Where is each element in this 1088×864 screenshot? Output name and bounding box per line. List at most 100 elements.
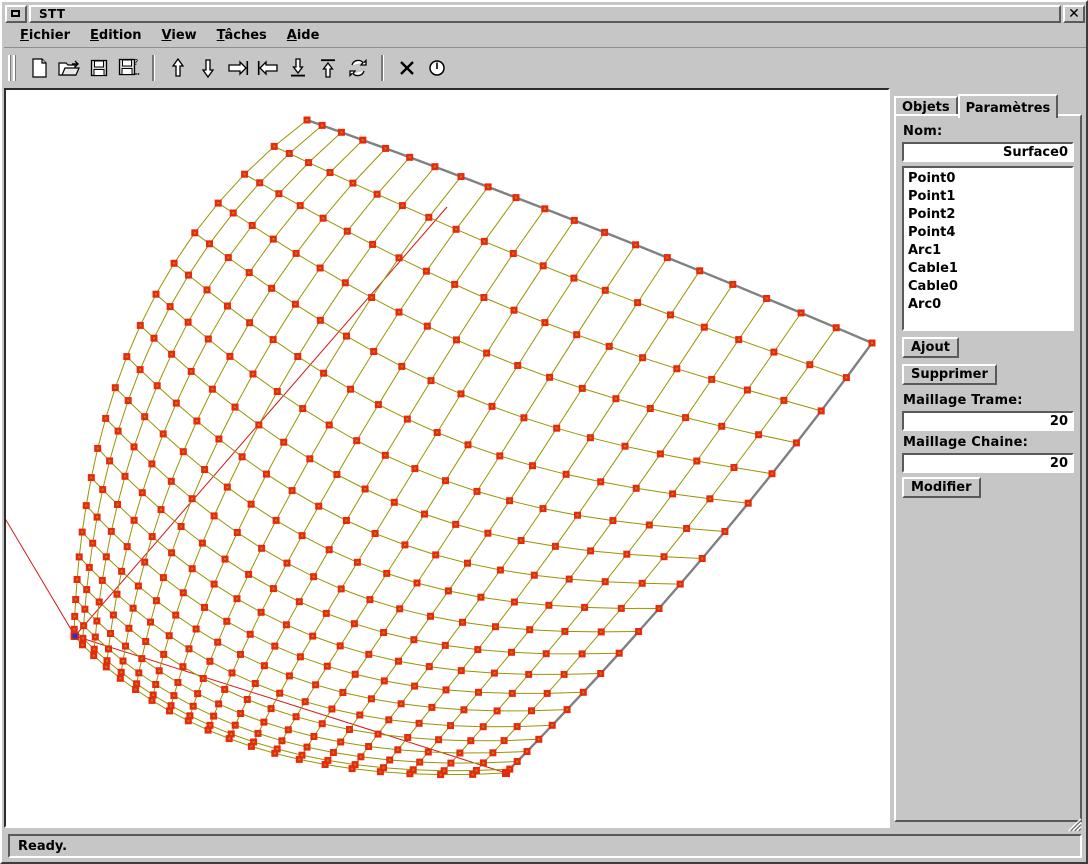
- mesh-node-center: [109, 632, 112, 635]
- mesh-node-center: [299, 655, 302, 658]
- list-item[interactable]: Point0: [906, 170, 1072, 188]
- mesh-node-center: [554, 545, 557, 548]
- menu-item-view[interactable]: View: [152, 26, 207, 45]
- mesh-node-center: [382, 631, 385, 634]
- mesh-node-center: [272, 587, 275, 590]
- mesh-weft-line: [324, 257, 668, 765]
- save-button[interactable]: [84, 54, 114, 82]
- mesh-node-center: [208, 660, 211, 663]
- mesh-node-center: [371, 243, 374, 246]
- mesh-node-center: [168, 709, 171, 712]
- viewport-3d[interactable]: [4, 88, 890, 828]
- open-file-button[interactable]: [54, 54, 84, 82]
- list-item[interactable]: Cable1: [906, 260, 1072, 278]
- tab-objets[interactable]: Objets: [894, 96, 958, 116]
- mesh-node-center: [444, 644, 447, 647]
- list-item[interactable]: Point2: [906, 206, 1072, 224]
- mesh-node-center: [487, 185, 490, 188]
- save-as-button[interactable]: ?: [114, 54, 144, 82]
- mesh-node-center: [151, 699, 153, 702]
- mesh-node-center: [720, 425, 723, 428]
- mesh-node-center: [306, 119, 308, 121]
- move-down-button[interactable]: [193, 54, 223, 82]
- info-button[interactable]: [422, 54, 452, 82]
- mesh-node-center: [254, 682, 257, 685]
- move-up-button[interactable]: [163, 54, 193, 82]
- toolbar-drag-handle[interactable]: [8, 55, 18, 81]
- delete-button[interactable]: [392, 54, 422, 82]
- list-item[interactable]: Point1: [906, 188, 1072, 206]
- mesh-node-center: [116, 593, 118, 596]
- tab-parametres[interactable]: Paramètres: [957, 94, 1059, 118]
- mesh-node-center: [295, 715, 298, 718]
- mesh-node-center: [522, 416, 525, 419]
- mesh-node-center: [383, 679, 386, 682]
- mesh-node-center: [73, 615, 76, 618]
- move-left-button[interactable]: [253, 54, 283, 82]
- name-input[interactable]: Surface0: [902, 142, 1074, 162]
- mesh-node-center: [110, 530, 113, 533]
- resize-grip-icon[interactable]: [1066, 816, 1082, 832]
- mesh-weft-input[interactable]: 20: [902, 411, 1074, 431]
- mesh-node-center: [427, 216, 430, 219]
- mesh-node-center: [170, 480, 173, 483]
- mesh-warp-input[interactable]: 20: [902, 453, 1074, 473]
- mesh-node-center: [321, 722, 324, 725]
- mesh-node-center: [425, 270, 428, 273]
- list-item[interactable]: Arc0: [906, 296, 1072, 314]
- mesh-node-center: [423, 513, 426, 516]
- menu-item-fichier[interactable]: Fichier: [10, 26, 80, 45]
- menu-item-tches[interactable]: Tâches: [207, 26, 277, 45]
- menu-item-aide[interactable]: Aide: [277, 26, 330, 45]
- mesh-node-center: [563, 673, 566, 676]
- mesh-node-center: [603, 231, 606, 234]
- move-bottom-button[interactable]: [283, 54, 313, 82]
- window-menu-icon[interactable]: [5, 5, 27, 23]
- mesh-node-center: [453, 283, 456, 286]
- mesh-node-center: [511, 692, 514, 695]
- modify-button[interactable]: Modifier: [902, 477, 981, 498]
- mesh-node-center: [555, 427, 558, 430]
- list-item[interactable]: Point4: [906, 224, 1072, 242]
- delete-object-button[interactable]: Supprimer: [902, 364, 997, 385]
- window-close-button[interactable]: ✕: [1063, 5, 1085, 23]
- corner-node-bottom[interactable]: [502, 769, 510, 777]
- mesh-node-center: [800, 311, 803, 314]
- mesh-node-center: [526, 750, 528, 753]
- mesh-node-center: [224, 558, 226, 561]
- add-button[interactable]: Ajout: [902, 337, 959, 358]
- mesh-node-center: [340, 131, 343, 134]
- mesh-warp-line: [244, 173, 822, 412]
- mesh-node-center: [345, 335, 348, 338]
- mesh-node-center: [482, 761, 485, 764]
- mesh-node-center: [384, 147, 387, 150]
- list-item[interactable]: Cable0: [906, 278, 1072, 296]
- mesh-node-center: [475, 769, 478, 772]
- move-right-button[interactable]: [223, 54, 253, 82]
- mesh-node-center: [187, 274, 190, 277]
- mesh-node-center: [306, 746, 308, 749]
- mesh-node-center: [476, 490, 478, 493]
- refresh-button[interactable]: [343, 54, 373, 82]
- mesh-node-center: [273, 145, 276, 148]
- mesh-node-center: [698, 269, 701, 272]
- mesh-node-center: [90, 476, 93, 479]
- menu-item-edition[interactable]: Edition: [80, 26, 152, 45]
- mesh-node-center: [124, 475, 126, 478]
- mesh-node-center: [582, 691, 585, 694]
- object-list[interactable]: Point0 Point1 Point2 Point4 Arc1 Cable1 …: [902, 166, 1074, 331]
- mesh-node-center: [708, 497, 711, 500]
- list-item[interactable]: Arc1: [906, 242, 1072, 260]
- mesh-node-center: [335, 473, 338, 476]
- mesh-node-center: [192, 705, 195, 708]
- mesh-node-center: [635, 487, 638, 490]
- mesh-node-center: [153, 337, 155, 340]
- mesh-node-center: [537, 738, 540, 741]
- mesh-node-center: [669, 313, 672, 316]
- new-file-button[interactable]: [24, 54, 54, 82]
- mesh-node-center: [326, 759, 329, 762]
- mesh-node-center: [599, 480, 602, 483]
- move-top-button[interactable]: [313, 54, 343, 82]
- mesh-node-center: [436, 431, 439, 434]
- open-folder-icon: [58, 60, 80, 76]
